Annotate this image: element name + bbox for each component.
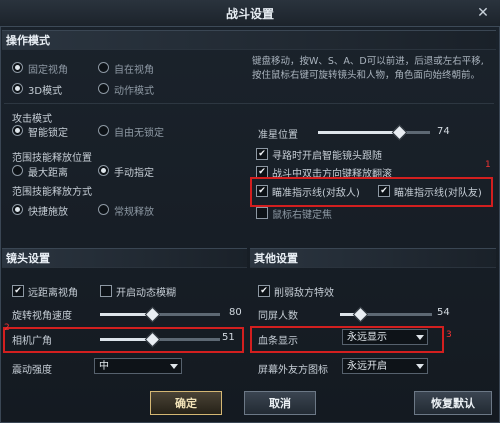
checkbox-mouse-focus[interactable]: [256, 207, 268, 219]
radio-free-lock-label: 自由无锁定: [114, 128, 164, 139]
radio-max-distance[interactable]: [12, 165, 23, 176]
hp-bar-label: 血条显示: [258, 336, 298, 347]
shake-select-value: 中: [99, 361, 109, 372]
window-title: 战斗设置: [225, 7, 274, 21]
annotation-1: 1: [485, 160, 491, 170]
chevron-down-icon: [416, 335, 424, 340]
radio-manual-label: 手动指定: [114, 168, 154, 179]
checkbox-aim-line-enemy[interactable]: ✔: [256, 185, 268, 197]
offscreen-select-value: 永远开启: [347, 361, 387, 372]
checkbox-smart-camera[interactable]: ✔: [256, 148, 268, 160]
radio-free-lock[interactable]: [98, 125, 109, 136]
checkbox-weaken-effects[interactable]: ✔: [258, 285, 270, 297]
attack-mode-label: 攻击模式: [12, 114, 52, 125]
aim-label: 准星位置: [258, 130, 298, 141]
checkbox-weaken-effects-label: 削弱敌方特效: [274, 288, 334, 299]
shake-label: 震动强度: [12, 365, 52, 376]
checkbox-aim-line-ally[interactable]: ✔: [378, 185, 390, 197]
radio-action-mode[interactable]: [98, 83, 109, 94]
checkbox-smart-camera-label: 寻路时开启智能镜头跟随: [272, 151, 382, 162]
radio-3d-mode[interactable]: [12, 83, 23, 94]
same-screen-value: 54: [437, 307, 450, 318]
radio-normal-cast[interactable]: [98, 204, 109, 215]
radio-quick-cast[interactable]: [12, 204, 23, 215]
annotation-2: 2: [4, 323, 10, 333]
other-header: 其他设置: [254, 252, 298, 265]
checkbox-far-view-label: 远距离视角: [28, 288, 78, 299]
radio-normal-cast-label: 常规释放: [114, 207, 154, 218]
operation-header: 操作模式: [6, 34, 50, 47]
fov-value: 51: [222, 332, 235, 343]
radio-quick-cast-label: 快捷施放: [28, 207, 68, 218]
checkbox-aim-line-enemy-label: 瞄准指示线(对敌人): [272, 188, 360, 199]
ok-button[interactable]: 确定: [150, 391, 222, 415]
radio-fixed-view-label: 固定视角: [28, 65, 68, 76]
radio-action-mode-label: 动作模式: [114, 86, 154, 97]
close-icon[interactable]: ✕: [473, 3, 493, 23]
checkbox-far-view[interactable]: ✔: [12, 285, 24, 297]
checkbox-motion-blur-label: 开启动态模糊: [116, 288, 176, 299]
camera-header: 镜头设置: [6, 252, 50, 265]
radio-max-distance-label: 最大距离: [28, 168, 68, 179]
reset-button[interactable]: 恢复默认: [414, 391, 492, 415]
radio-smart-lock[interactable]: [12, 125, 23, 136]
checkbox-motion-blur[interactable]: [100, 285, 112, 297]
skill-method-label: 范围技能释放方式: [12, 187, 92, 198]
annotation-3: 3: [446, 330, 452, 340]
radio-free-view-label: 自在视角: [114, 65, 154, 76]
offscreen-label: 屏幕外友方图标: [258, 365, 328, 376]
radio-free-view[interactable]: [98, 62, 109, 73]
operation-hint: 键盘移动，按W、S、A、D可以前进，后退或左右平移,按住鼠标右键可旋转镜头和人物…: [252, 56, 484, 81]
rotate-speed-label: 旋转视角速度: [12, 311, 72, 322]
rotate-value: 80: [229, 307, 242, 318]
radio-smart-lock-label: 智能锁定: [28, 128, 68, 139]
aim-slider-fill: [318, 131, 398, 134]
hp-bar-select-value: 永远显示: [347, 332, 387, 343]
chevron-down-icon: [170, 364, 178, 369]
skill-pos-label: 范围技能释放位置: [12, 153, 92, 164]
radio-manual[interactable]: [98, 165, 109, 176]
radio-3d-mode-label: 3D模式: [28, 86, 63, 97]
fov-label: 相机广角: [12, 336, 52, 347]
divider: [4, 103, 494, 104]
checkbox-aim-line-ally-label: 瞄准指示线(对队友): [394, 188, 482, 199]
shake-select[interactable]: 中: [94, 358, 182, 374]
operation-header-bar: [2, 30, 496, 50]
same-screen-label: 同屏人数: [258, 311, 298, 322]
checkbox-mouse-focus-label: 鼠标右键定焦: [272, 210, 332, 221]
cancel-button[interactable]: 取消: [244, 391, 316, 415]
aim-value: 74: [437, 126, 450, 137]
radio-fixed-view[interactable]: [12, 62, 23, 73]
chevron-down-icon: [416, 364, 424, 369]
